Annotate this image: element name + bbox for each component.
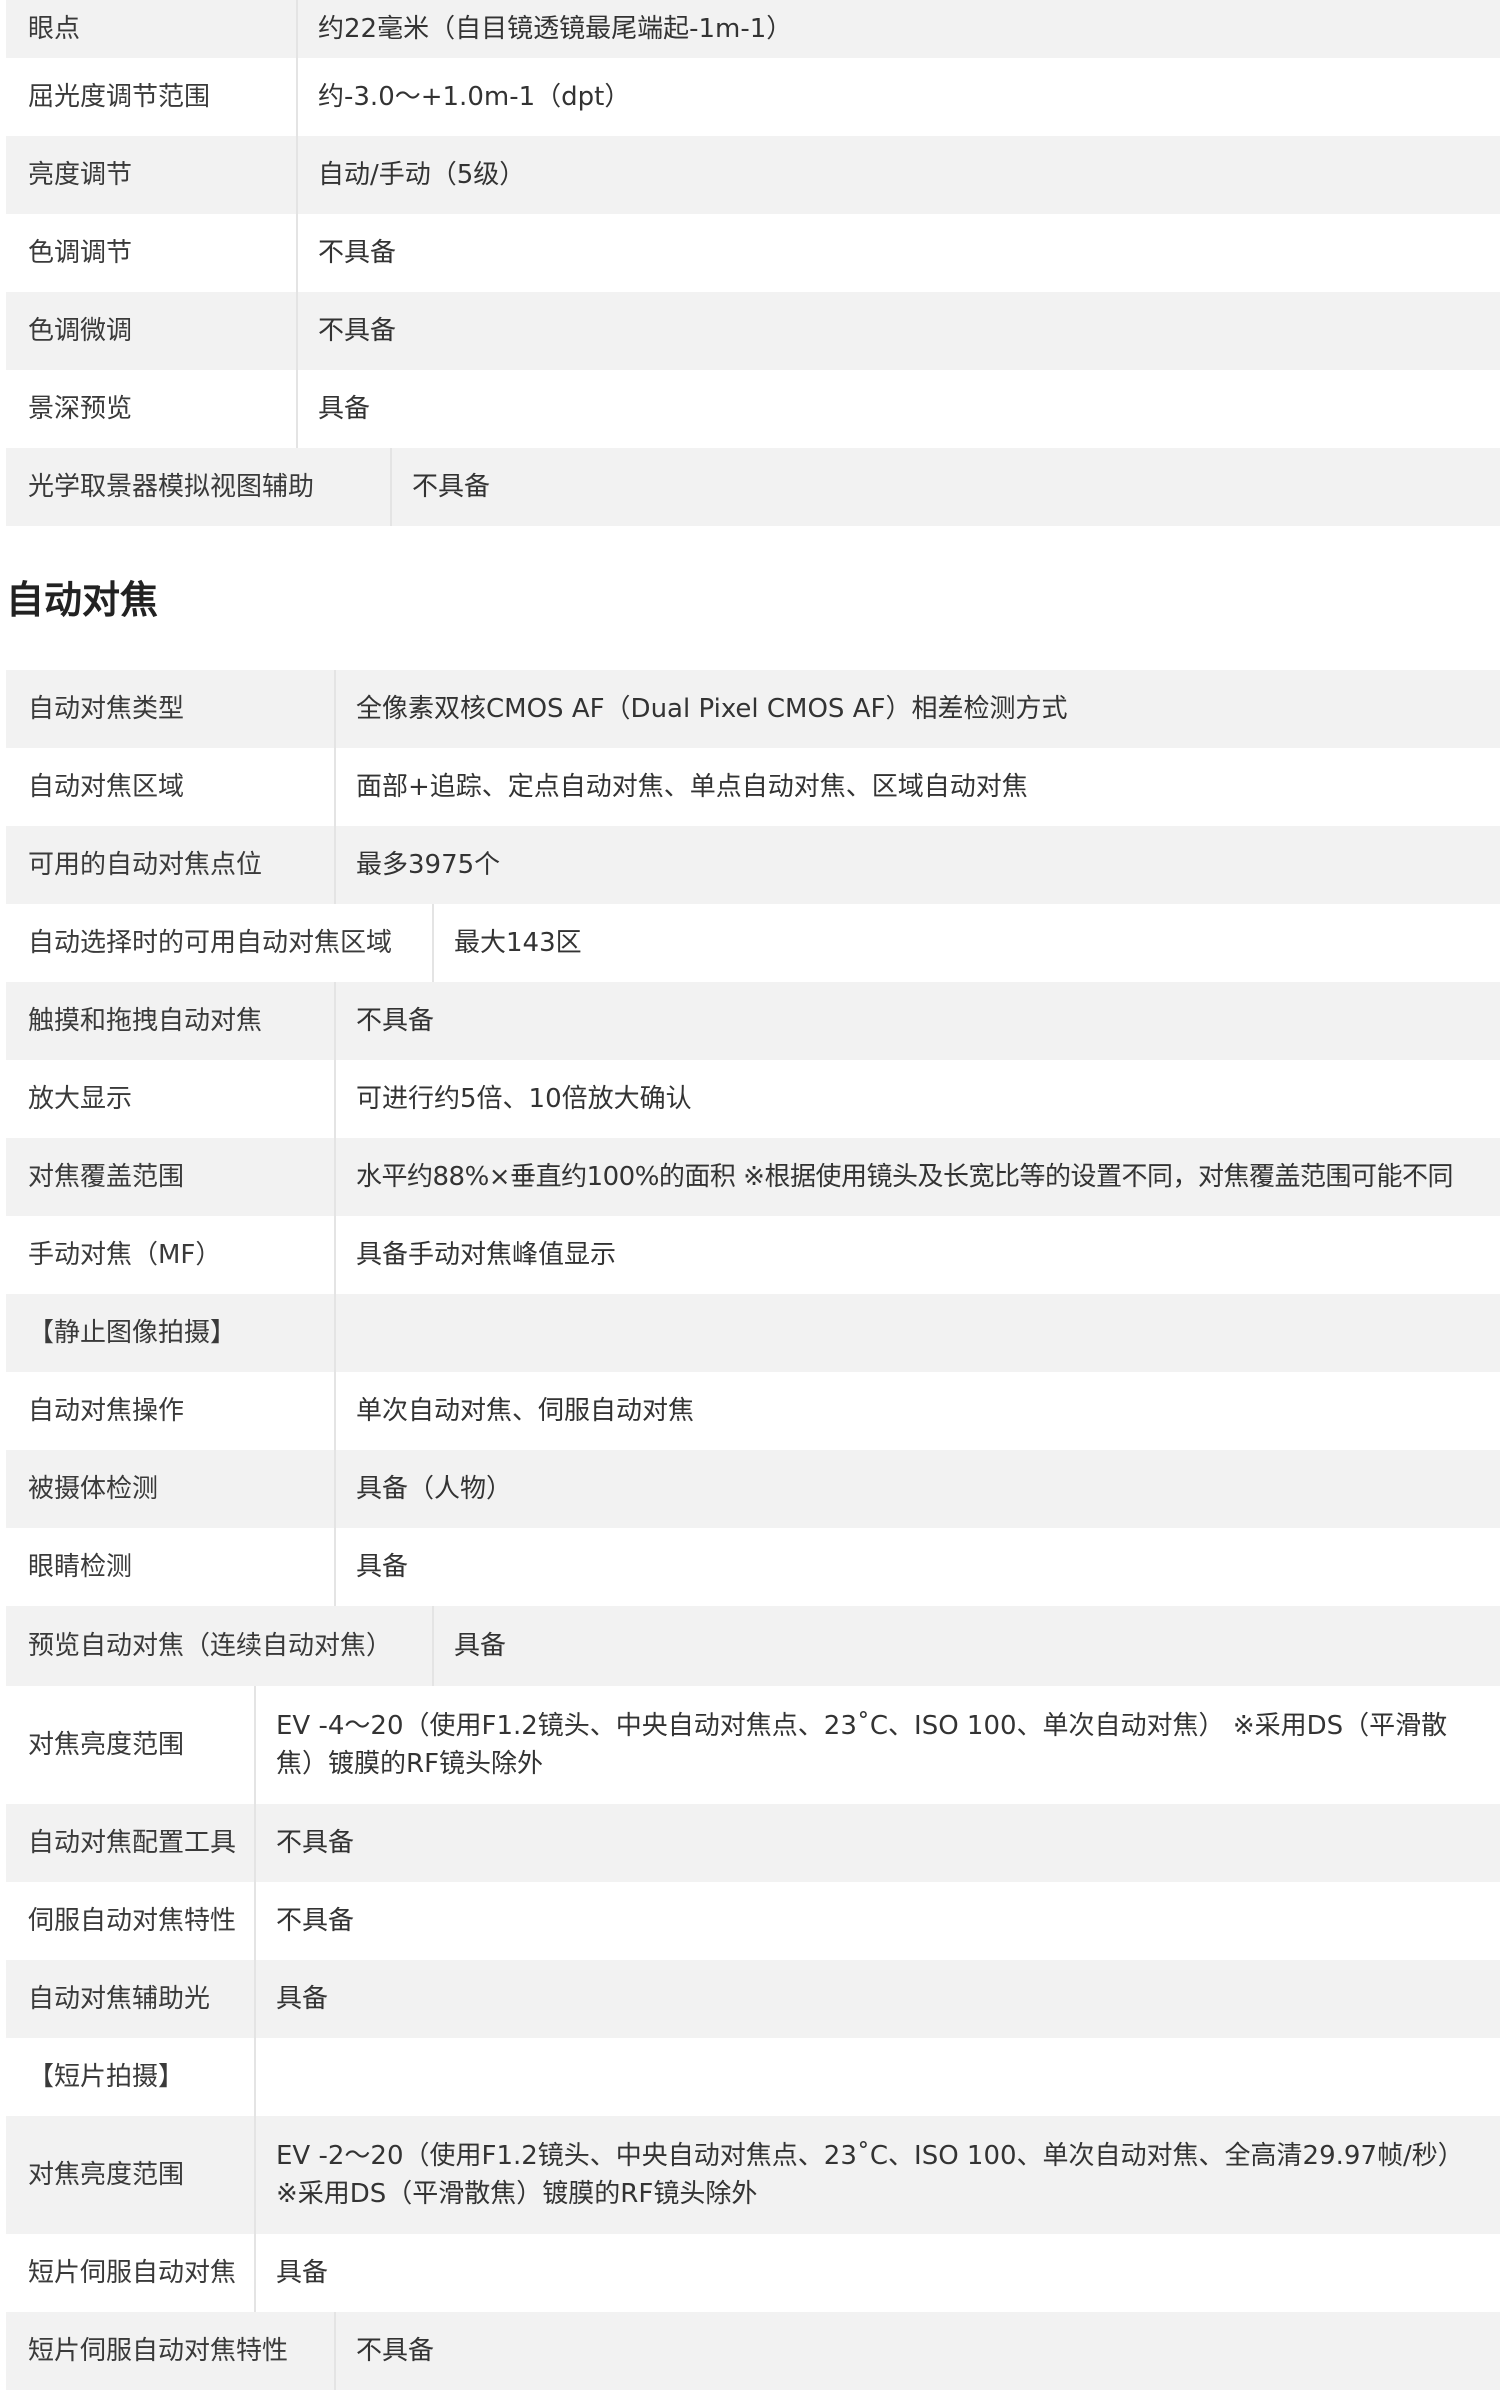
table-row: 景深预览 具备 xyxy=(6,370,1500,448)
table-row: 对焦覆盖范围 水平约88%×垂直约100%的面积 ※根据使用镜头及长宽比等的设置… xyxy=(6,1138,1500,1216)
spec-label: 自动对焦类型 xyxy=(6,670,336,748)
spec-label: 自动对焦操作 xyxy=(6,1372,336,1450)
table-row: 【静止图像拍摄】 xyxy=(6,1294,1500,1372)
table-row: 放大显示 可进行约5倍、10倍放大确认 xyxy=(6,1060,1500,1138)
table-row: 色调微调 不具备 xyxy=(6,292,1500,370)
spec-value: 全像素双核CMOS AF（Dual Pixel CMOS AF）相差检测方式 xyxy=(356,694,1068,724)
viewfinder-spec-table: 眼点 约22毫米（自目镜透镜最尾端起-1m-1） 屈光度调节范围 约-3.0～+… xyxy=(6,0,1500,526)
table-row: 屈光度调节范围 约-3.0～+1.0m-1（dpt） xyxy=(6,58,1500,136)
spec-value: 最大143区 xyxy=(454,928,582,958)
spec-label: 对焦亮度范围 xyxy=(6,2116,256,2234)
spec-label: 对焦覆盖范围 xyxy=(6,1138,336,1216)
table-row: 对焦亮度范围 EV -2～20（使用F1.2镜头、中央自动对焦点、23˚C、IS… xyxy=(6,2116,1500,2234)
spec-label: 放大显示 xyxy=(6,1060,336,1138)
spec-label: 伺服自动对焦特性 xyxy=(6,1882,256,1960)
spec-value: 可进行约5倍、10倍放大确认 xyxy=(356,1084,692,1114)
table-row: 眼睛检测 具备 xyxy=(6,1528,1500,1606)
spec-label: 自动对焦辅助光 xyxy=(6,1960,256,2038)
spec-label: 景深预览 xyxy=(6,370,298,448)
spec-label: 短片伺服自动对焦特性 xyxy=(6,2312,336,2390)
spec-value: EV -4～20（使用F1.2镜头、中央自动对焦点、23˚C、ISO 100、单… xyxy=(276,1711,1448,1779)
spec-value: 具备 xyxy=(454,1631,507,1661)
spec-value: 不具备 xyxy=(356,1006,435,1036)
spec-value: 具备 xyxy=(318,394,371,424)
spec-value: 不具备 xyxy=(318,316,397,346)
spec-value: 面部+追踪、定点自动对焦、单点自动对焦、区域自动对焦 xyxy=(356,772,1028,802)
spec-value: 不具备 xyxy=(276,1906,355,1936)
table-row: 触摸和拖拽自动对焦 不具备 xyxy=(6,982,1500,1060)
table-row: 色调调节 不具备 xyxy=(6,214,1500,292)
spec-value: 单次自动对焦、伺服自动对焦 xyxy=(356,1396,695,1426)
spec-label: 色调调节 xyxy=(6,214,298,292)
spec-label: 对焦亮度范围 xyxy=(6,1686,256,1804)
spec-label: 触摸和拖拽自动对焦 xyxy=(6,982,336,1060)
table-row: 被摄体检测 具备（人物） xyxy=(6,1450,1500,1528)
spec-value: 水平约88%×垂直约100%的面积 ※根据使用镜头及长宽比等的设置不同，对焦覆盖… xyxy=(356,1162,1453,1192)
table-row: 自动对焦区域 面部+追踪、定点自动对焦、单点自动对焦、区域自动对焦 xyxy=(6,748,1500,826)
spec-value: 具备 xyxy=(356,1552,409,1582)
spec-value: 约22毫米（自目镜透镜最尾端起-1m-1） xyxy=(318,14,793,44)
table-row: 自动对焦配置工具 不具备 xyxy=(6,1804,1500,1882)
spec-label: 被摄体检测 xyxy=(6,1450,336,1528)
spec-page: 眼点 约22毫米（自目镜透镜最尾端起-1m-1） 屈光度调节范围 约-3.0～+… xyxy=(6,0,1500,2390)
spec-label: 可用的自动对焦点位 xyxy=(6,826,336,904)
spec-value: 具备 xyxy=(276,1984,329,2014)
table-row: 自动选择时的可用自动对焦区域 最大143区 xyxy=(6,904,1500,982)
table-row: 眼点 约22毫米（自目镜透镜最尾端起-1m-1） xyxy=(6,0,1500,58)
spec-value: 不具备 xyxy=(356,2336,435,2366)
spec-label: 【短片拍摄】 xyxy=(6,2038,256,2116)
spec-label: 预览自动对焦（连续自动对焦） xyxy=(6,1606,434,1686)
spec-label: 光学取景器模拟视图辅助 xyxy=(6,448,392,526)
table-row: 对焦亮度范围 EV -4～20（使用F1.2镜头、中央自动对焦点、23˚C、IS… xyxy=(6,1686,1500,1804)
spec-label: 【静止图像拍摄】 xyxy=(6,1294,336,1372)
table-row: 短片伺服自动对焦特性 不具备 xyxy=(6,2312,1500,2390)
spec-value: 最多3975个 xyxy=(356,850,501,880)
spec-label: 自动选择时的可用自动对焦区域 xyxy=(6,904,434,982)
table-row: 手动对焦（MF） 具备手动对焦峰值显示 xyxy=(6,1216,1500,1294)
table-row: 自动对焦操作 单次自动对焦、伺服自动对焦 xyxy=(6,1372,1500,1450)
spec-label: 眼睛检测 xyxy=(6,1528,336,1606)
table-row: 可用的自动对焦点位 最多3975个 xyxy=(6,826,1500,904)
spec-value: EV -2～20（使用F1.2镜头、中央自动对焦点、23˚C、ISO 100、单… xyxy=(276,2141,1464,2209)
table-row: 伺服自动对焦特性 不具备 xyxy=(6,1882,1500,1960)
table-row: 【短片拍摄】 xyxy=(6,2038,1500,2116)
spec-label: 屈光度调节范围 xyxy=(6,58,298,136)
spec-value: 不具备 xyxy=(318,238,397,268)
spec-value: 不具备 xyxy=(276,1828,355,1858)
spec-value: 约-3.0～+1.0m-1（dpt） xyxy=(318,82,631,112)
spec-label: 色调微调 xyxy=(6,292,298,370)
spec-value: 自动/手动（5级） xyxy=(318,160,526,190)
spec-label: 眼点 xyxy=(6,0,298,58)
spec-value: 具备 xyxy=(276,2258,329,2288)
spec-value: 不具备 xyxy=(412,472,491,502)
table-row: 预览自动对焦（连续自动对焦） 具备 xyxy=(6,1606,1500,1686)
table-row: 光学取景器模拟视图辅助 不具备 xyxy=(6,448,1500,526)
section-title-af: 自动对焦 xyxy=(6,578,159,622)
table-row: 短片伺服自动对焦 具备 xyxy=(6,2234,1500,2312)
spec-label: 自动对焦区域 xyxy=(6,748,336,826)
af-spec-table: 自动对焦类型 全像素双核CMOS AF（Dual Pixel CMOS AF）相… xyxy=(6,670,1500,2390)
spec-label: 短片伺服自动对焦 xyxy=(6,2234,256,2312)
spec-value: 具备（人物） xyxy=(356,1474,513,1504)
table-row: 自动对焦辅助光 具备 xyxy=(6,1960,1500,2038)
table-row: 亮度调节 自动/手动（5级） xyxy=(6,136,1500,214)
spec-label: 亮度调节 xyxy=(6,136,298,214)
spec-label: 自动对焦配置工具 xyxy=(6,1804,256,1882)
spec-value: 具备手动对焦峰值显示 xyxy=(356,1240,617,1270)
spec-label: 手动对焦（MF） xyxy=(6,1216,336,1294)
table-row: 自动对焦类型 全像素双核CMOS AF（Dual Pixel CMOS AF）相… xyxy=(6,670,1500,748)
